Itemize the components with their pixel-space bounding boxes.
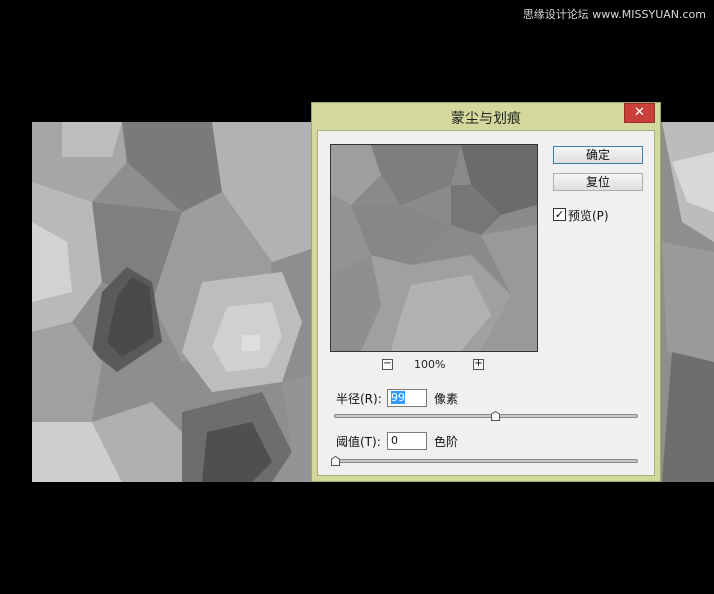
threshold-value: 0 bbox=[391, 434, 398, 447]
preview-label: 预览(P) bbox=[568, 209, 609, 223]
threshold-unit: 色阶 bbox=[434, 435, 459, 449]
dialog-body: − 100% + 确定 复位 ✓ 预览(P) 半径(R): 99 像素 阈值(T… bbox=[317, 130, 655, 476]
reset-button[interactable]: 复位 bbox=[553, 173, 643, 191]
radius-label: 半径(R): bbox=[336, 392, 382, 406]
threshold-label: 阈值(T): bbox=[336, 435, 381, 449]
zoom-level: 100% bbox=[414, 358, 446, 371]
zoom-out-button[interactable]: − bbox=[382, 359, 393, 370]
ok-button[interactable]: 确定 bbox=[553, 146, 643, 164]
radius-input[interactable]: 99 bbox=[387, 389, 427, 407]
radius-slider[interactable] bbox=[334, 411, 638, 421]
threshold-input[interactable]: 0 bbox=[387, 432, 427, 450]
checkmark-icon: ✓ bbox=[554, 208, 565, 221]
radius-unit: 像素 bbox=[434, 392, 459, 406]
zoom-controls: − 100% + bbox=[330, 357, 538, 373]
close-icon: ✕ bbox=[634, 105, 645, 120]
threshold-slider[interactable] bbox=[331, 456, 638, 466]
radius-value: 99 bbox=[391, 391, 405, 404]
threshold-slider-thumb[interactable] bbox=[331, 456, 340, 466]
plus-icon: + bbox=[474, 358, 483, 369]
watermark: 思缘设计论坛 www.MISSYUAN.com bbox=[522, 8, 706, 21]
dialog-titlebar[interactable]: 蒙尘与划痕 ✕ bbox=[312, 103, 660, 130]
zoom-in-button[interactable]: + bbox=[473, 359, 484, 370]
dust-and-scratches-dialog: 蒙尘与划痕 ✕ − 100% + 确定 复位 ✓ 预览(P) 半径(R): 99… bbox=[311, 102, 661, 482]
minus-icon: − bbox=[383, 358, 392, 369]
radius-slider-thumb[interactable] bbox=[491, 411, 501, 421]
close-button[interactable]: ✕ bbox=[624, 103, 655, 123]
dialog-title: 蒙尘与划痕 bbox=[451, 111, 521, 127]
filter-preview[interactable] bbox=[330, 144, 538, 352]
preview-checkbox[interactable]: ✓ bbox=[553, 208, 566, 221]
